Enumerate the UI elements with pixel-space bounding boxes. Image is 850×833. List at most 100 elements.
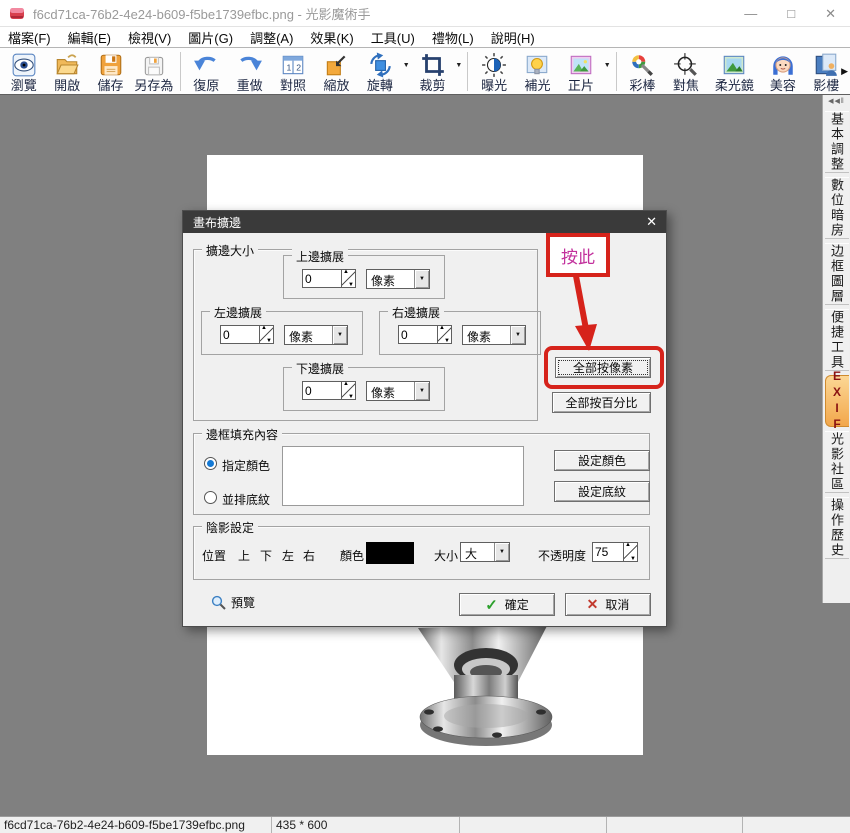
shadow-position-right[interactable]: 右 — [303, 547, 315, 564]
shadow-opacity-spinner[interactable]: ▲▼ — [624, 542, 638, 562]
specify-color-radio[interactable] — [204, 457, 217, 470]
menu-bar: 檔案(F) 編輯(E) 檢視(V) 圖片(G) 調整(A) 效果(K) 工具(U… — [0, 27, 850, 48]
toolbar-save-as[interactable]: 另存為 — [132, 49, 175, 94]
bottom-unit-combo[interactable]: 像素▼ — [366, 381, 430, 401]
menu-file[interactable]: 檔案(F) — [8, 28, 51, 47]
spin-down-icon[interactable]: ▼ — [348, 394, 354, 400]
spin-down-icon[interactable]: ▼ — [266, 338, 272, 344]
sidebar-tab-history[interactable]: 操作歷史 — [825, 497, 849, 559]
toolbar-crop[interactable]: 裁剪 — [411, 49, 454, 94]
left-expand-label: 左邊擴展 — [210, 304, 266, 321]
all-by-percent-button[interactable]: 全部按百分比 — [552, 392, 651, 413]
toolbar-save[interactable]: 儲存 — [89, 49, 132, 94]
chevron-down-icon[interactable]: ▼ — [510, 326, 525, 344]
sidebar-tab-digital-darkroom[interactable]: 數位暗房 — [825, 177, 849, 239]
maximize-button[interactable]: □ — [787, 0, 795, 27]
spin-down-icon[interactable]: ▼ — [348, 282, 354, 288]
right-expand-input[interactable] — [398, 325, 438, 344]
status-empty-cell — [607, 817, 743, 833]
shadow-position-left[interactable]: 左 — [282, 547, 294, 564]
specify-color-label[interactable]: 指定顏色 — [222, 457, 270, 474]
shadow-size-label: 大小 — [434, 547, 458, 564]
menu-adjust[interactable]: 調整(A) — [250, 28, 293, 47]
spin-up-icon[interactable]: ▲ — [439, 325, 445, 331]
window-title: f6cd71ca-76b2-4e24-b609-f5be1739efbc.png… — [33, 4, 371, 23]
sidebar-tab-basic-adjust[interactable]: 基本調整 — [825, 111, 849, 173]
shadow-position-bottom[interactable]: 下 — [260, 547, 272, 564]
menu-tools[interactable]: 工具(U) — [371, 28, 415, 47]
status-dimensions: 435 * 600 — [272, 817, 460, 833]
left-expand-input[interactable] — [220, 325, 260, 344]
chevron-down-icon[interactable]: ▼ — [414, 382, 429, 400]
toolbar-fill-light[interactable]: 補光 — [516, 49, 559, 94]
exposure-sun-icon — [481, 51, 507, 78]
top-unit-combo[interactable]: 像素▼ — [366, 269, 430, 289]
toolbar-compare[interactable]: 12 對照 — [271, 49, 314, 94]
toolbar-beauty[interactable]: 美容 — [761, 49, 804, 94]
annotation-arrow-icon — [560, 275, 606, 355]
ok-button[interactable]: ✓ 確定 — [459, 593, 555, 616]
toolbar-resize[interactable]: 縮放 — [315, 49, 358, 94]
toolbar-rotate[interactable]: 旋轉 — [358, 49, 401, 94]
minimize-button[interactable]: — — [744, 0, 757, 27]
shadow-opacity-input[interactable] — [592, 542, 624, 562]
menu-gifts[interactable]: 禮物(L) — [432, 28, 474, 47]
menu-image[interactable]: 圖片(G) — [188, 28, 233, 47]
menu-edit[interactable]: 編輯(E) — [68, 28, 111, 47]
sidebar-tab-handy-tools[interactable]: 便捷工具 — [825, 309, 849, 371]
cancel-button[interactable]: ✕ 取消 — [565, 593, 651, 616]
toolbar-redo[interactable]: 重做 — [228, 49, 271, 94]
positive-film-dropdown-caret-icon[interactable]: ▼ — [603, 49, 612, 94]
shadow-position-top[interactable]: 上 — [238, 547, 250, 564]
set-color-button[interactable]: 設定顏色 — [554, 450, 650, 471]
shadow-size-combo[interactable]: 大▼ — [460, 542, 510, 562]
chevron-down-icon[interactable]: ▼ — [332, 326, 347, 344]
click-here-annotation: 按此 — [546, 233, 610, 277]
dialog-titlebar[interactable]: 畫布擴邊 ✕ — [183, 211, 666, 233]
toolbar-exposure[interactable]: 曝光 — [472, 49, 515, 94]
toolbar-open[interactable]: 開啟 — [45, 49, 88, 94]
right-expand-spinner[interactable]: ▲▼ — [438, 325, 452, 344]
sidebar-tab-exif[interactable]: EXIF — [825, 375, 849, 427]
left-unit-combo[interactable]: 像素▼ — [284, 325, 348, 345]
right-unit-combo[interactable]: 像素▼ — [462, 325, 526, 345]
tile-texture-label[interactable]: 並排底紋 — [222, 491, 270, 508]
spin-down-icon[interactable]: ▼ — [444, 338, 450, 344]
spin-up-icon[interactable]: ▲ — [343, 269, 349, 275]
toolbar-soft-lens[interactable]: 柔光鏡 — [708, 49, 762, 94]
toolbar-undo[interactable]: 復原 — [185, 49, 228, 94]
toolbar-focus[interactable]: 對焦 — [664, 49, 707, 94]
toolbar-overflow-icon[interactable]: ▶ — [841, 66, 848, 77]
spin-up-icon[interactable]: ▲ — [625, 542, 631, 548]
dialog-close-icon[interactable]: ✕ — [646, 211, 657, 233]
crop-dropdown-caret-icon[interactable]: ▼ — [454, 49, 463, 94]
rotate-dropdown-caret-icon[interactable]: ▼ — [402, 49, 411, 94]
shadow-color-swatch[interactable] — [366, 542, 414, 564]
tile-texture-radio[interactable] — [204, 491, 217, 504]
bottom-expand-input[interactable] — [302, 381, 342, 400]
bottom-expand-spinner[interactable]: ▲▼ — [342, 381, 356, 400]
top-expand-label: 上邊擴展 — [292, 248, 348, 265]
sidebar-tab-community[interactable]: 光影社區 — [825, 431, 849, 493]
top-expand-input[interactable] — [302, 269, 342, 288]
spin-down-icon[interactable]: ▼ — [630, 556, 636, 562]
close-button[interactable]: ✕ — [825, 0, 836, 27]
sidebar-tab-border-layer[interactable]: 边框圖層 — [825, 243, 849, 305]
bottom-expand-label: 下邊擴展 — [292, 360, 348, 377]
sidebar-collapse-icon[interactable]: ◀◀‖ — [828, 95, 845, 109]
left-expand-spinner[interactable]: ▲▼ — [260, 325, 274, 344]
svg-text:2: 2 — [296, 62, 301, 72]
chevron-down-icon[interactable]: ▼ — [414, 270, 429, 288]
set-texture-button[interactable]: 設定底紋 — [554, 481, 650, 502]
spin-up-icon[interactable]: ▲ — [261, 325, 267, 331]
chevron-down-icon[interactable]: ▼ — [494, 543, 509, 561]
toolbar-color-wand[interactable]: 彩棒 — [621, 49, 664, 94]
preview-control[interactable]: 預覽 — [211, 594, 255, 611]
menu-view[interactable]: 檢視(V) — [128, 28, 171, 47]
toolbar-positive-film[interactable]: 正片 — [559, 49, 602, 94]
toolbar-browse[interactable]: 瀏覽 — [2, 49, 45, 94]
menu-effects[interactable]: 效果(K) — [310, 28, 353, 47]
spin-up-icon[interactable]: ▲ — [343, 381, 349, 387]
top-expand-spinner[interactable]: ▲▼ — [342, 269, 356, 288]
menu-help[interactable]: 說明(H) — [491, 28, 535, 47]
